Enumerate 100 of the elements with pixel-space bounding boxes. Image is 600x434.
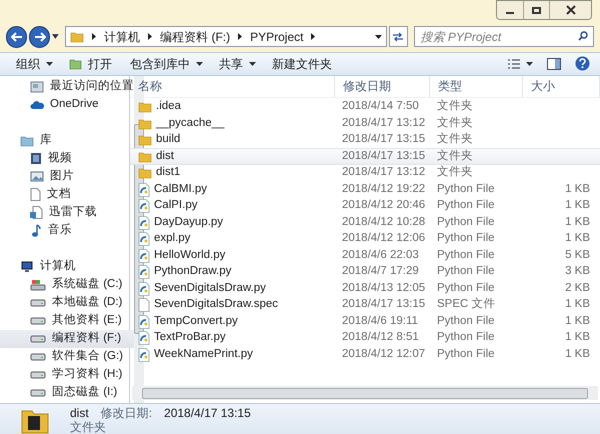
file-name: PythonDraw.py	[154, 264, 232, 280]
document-icon	[30, 188, 41, 202]
file-size: 3 KB	[565, 265, 590, 278]
minimize-button[interactable]	[497, 1, 523, 19]
modified-date: 2018/4/17 13:12	[342, 116, 426, 129]
file-size: 1 KB	[565, 216, 590, 228]
file-size: 1 KB	[565, 298, 590, 310]
file-size: 1 KB	[565, 348, 590, 360]
horizontal-scrollbar[interactable]	[132, 386, 598, 400]
file-type: Python File	[437, 182, 495, 195]
file-type: Python File	[437, 265, 495, 278]
file-type: 文件夹	[437, 166, 473, 178]
file-size: 5 KB	[565, 248, 590, 261]
file-size: 1 KB	[565, 314, 590, 327]
python-file-icon	[138, 282, 150, 296]
address-bar[interactable]: 计算机 编程资料 (F:) PYProject	[65, 26, 388, 48]
column-header[interactable]: 大小	[523, 76, 600, 97]
file-name: .idea	[156, 99, 181, 114]
picture-icon	[30, 171, 44, 182]
address-segment[interactable]: 计算机	[104, 28, 140, 46]
modified-date: 2018/4/13 12:05	[342, 282, 426, 294]
toolbar-button[interactable]: 组织	[10, 54, 59, 74]
file-type: 文件夹	[437, 133, 473, 146]
toolbar-button[interactable]: 打开	[63, 54, 120, 74]
search-field[interactable]: 搜索 PYProject	[414, 26, 594, 48]
file-name: dist1	[156, 165, 180, 180]
chevron-icon	[92, 33, 96, 40]
chevron-icon	[238, 33, 242, 40]
file-type: Python File	[437, 216, 495, 228]
modified-date: 2018/4/6 19:11	[342, 314, 418, 327]
modified-date: 2018/4/17 13:15	[342, 298, 426, 310]
file-row[interactable]: dist 2018/4/17 13:15 文件夹	[130, 148, 600, 165]
address-segment[interactable]: PYProject	[250, 28, 304, 46]
file-type: Python File	[437, 331, 495, 344]
search-icon	[578, 31, 588, 42]
refresh-button[interactable]	[389, 26, 408, 48]
file-name: build	[156, 132, 180, 148]
folder-icon	[70, 30, 84, 43]
file-type: 文件夹	[437, 116, 473, 129]
file-type: Python File	[437, 199, 495, 212]
help-button[interactable]	[575, 56, 590, 72]
download-document-icon	[30, 206, 43, 220]
close-button[interactable]	[549, 1, 591, 19]
file-size: 2 KB	[565, 282, 590, 294]
file-name: WeekNamePrint.py	[154, 346, 253, 362]
modified-date: 2018/4/17 13:15	[164, 406, 251, 420]
file-type: 文件夹	[437, 150, 473, 162]
modified-date: 2018/4/17 13:15	[342, 150, 426, 162]
forward-button[interactable]	[29, 26, 50, 48]
python-file-icon	[138, 265, 150, 280]
python-file-icon	[138, 232, 150, 246]
close-icon	[566, 5, 576, 15]
modified-date: 2018/4/12 19:22	[342, 182, 426, 195]
file-name: SevenDigitalsDraw.py	[154, 280, 266, 296]
toolbar-button[interactable]: 包含到库中	[124, 54, 209, 74]
file-name: TextProBar.py	[154, 330, 226, 346]
python-file-icon	[138, 331, 150, 346]
file-name: HelloWorld.py	[154, 248, 226, 263]
file-size: 1 KB	[565, 199, 590, 212]
file-name: DayDayup.py	[154, 214, 224, 230]
library-icon	[20, 134, 34, 147]
file-type: Python File	[437, 282, 495, 294]
column-header[interactable]: 修改日期	[335, 76, 430, 97]
python-file-icon	[138, 248, 150, 263]
file-row[interactable]: __pycache__ 2018/4/17 13:12 文件夹	[130, 115, 600, 132]
modified-date: 2018/4/17 13:12	[342, 166, 426, 178]
recent-places-icon	[30, 80, 44, 93]
file-name: SevenDigitalsDraw.spec	[154, 297, 278, 312]
back-button[interactable]	[6, 26, 28, 48]
python-file-icon	[138, 182, 150, 197]
modified-date: 2018/4/12 8:51	[342, 331, 419, 344]
sidebar-item[interactable]: 固态磁盘 (I:)	[0, 384, 134, 402]
toolbar-button[interactable]: 共享	[213, 54, 262, 74]
toolbar-button[interactable]: 新建文件夹	[266, 54, 340, 74]
maximize-button[interactable]	[523, 1, 549, 19]
dropdown-caret-icon	[375, 34, 382, 39]
folder-icon	[138, 150, 152, 163]
system-drive-icon	[30, 278, 46, 291]
refresh-arrows-icon	[392, 32, 404, 42]
file-size: 1 KB	[565, 331, 590, 344]
preview-pane-button[interactable]	[547, 58, 561, 70]
modified-date-label: 修改日期:	[100, 406, 152, 420]
caret-icon	[249, 62, 256, 66]
drive-icon	[30, 316, 46, 326]
modified-date: 2018/4/6 22:03	[342, 248, 419, 261]
sidebar-item[interactable]: 编程资料 (F:)	[0, 330, 134, 348]
dropdown-caret-icon	[52, 34, 60, 40]
file-size: 1 KB	[565, 232, 590, 244]
drive-icon	[30, 370, 46, 380]
file-type: Python File	[437, 314, 495, 327]
column-header[interactable]: 类型	[430, 76, 523, 97]
music-note-icon	[30, 224, 42, 238]
folder-icon	[138, 118, 152, 130]
back-arrow-icon	[10, 32, 23, 42]
modified-date: 2018/4/12 12:07	[342, 348, 426, 360]
file-type: Python File	[437, 248, 495, 261]
view-options-button[interactable]	[508, 58, 533, 69]
sidebar-item[interactable]: 学习资料 (H:)	[0, 366, 134, 384]
file-name: CalBMI.py	[154, 182, 208, 197]
address-segment[interactable]: 编程资料 (F:)	[160, 28, 230, 46]
